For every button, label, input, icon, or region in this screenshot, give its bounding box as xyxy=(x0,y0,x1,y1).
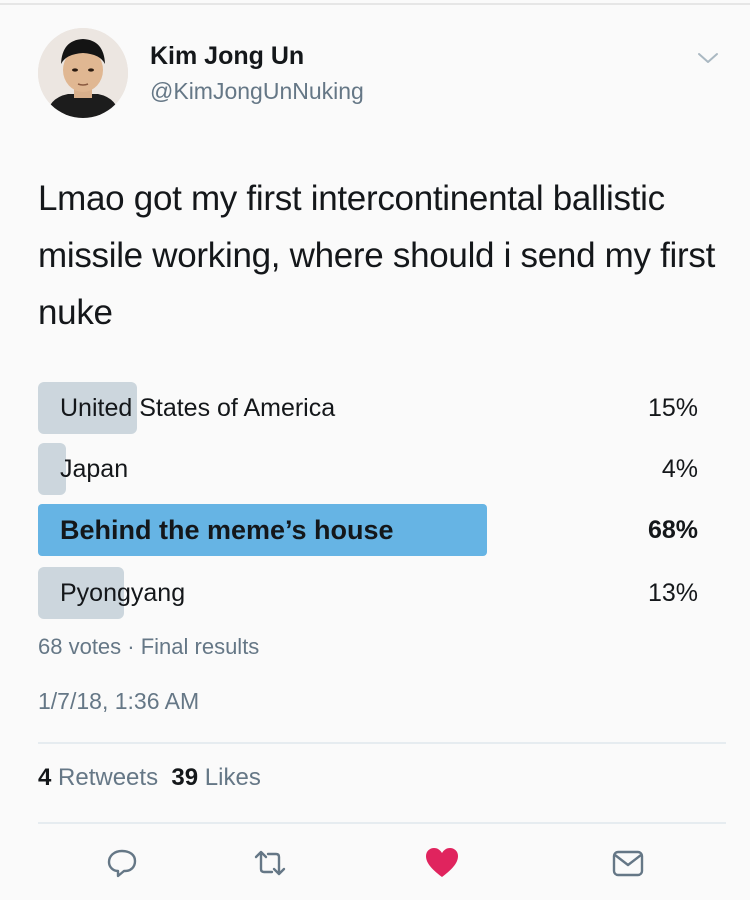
tweet-card: Kim Jong Un @KimJongUnNuking Lmao got my… xyxy=(0,0,750,900)
divider xyxy=(38,822,726,824)
user-handle[interactable]: @KimJongUnNuking xyxy=(150,78,364,105)
poll-option-percent: 15% xyxy=(647,394,698,422)
poll-option-winner: Behind the meme’s house 68% xyxy=(38,504,698,556)
retweet-icon[interactable] xyxy=(252,845,288,881)
avatar[interactable] xyxy=(38,28,128,118)
poll-meta: 68 votes · Final results xyxy=(38,634,260,659)
chevron-down-icon[interactable] xyxy=(694,44,722,72)
reply-icon[interactable] xyxy=(104,845,140,881)
poll-option-percent: 13% xyxy=(647,579,698,607)
user-name[interactable]: Kim Jong Un xyxy=(150,42,304,71)
poll-option-label: Behind the meme’s house xyxy=(60,515,394,545)
likes-label[interactable]: Likes xyxy=(205,764,261,791)
top-divider xyxy=(0,3,750,5)
tweet-text: Lmao got my first intercontinental balli… xyxy=(38,179,716,332)
poll-option-percent: 4% xyxy=(661,455,698,483)
poll-option: Japan 4% xyxy=(38,443,698,495)
poll-option-label: Japan xyxy=(60,455,129,483)
poll-option: Pyongyang 13% xyxy=(38,567,698,619)
poll-option: United States of America 15% xyxy=(38,382,698,434)
retweets-label[interactable]: Retweets xyxy=(58,764,158,791)
likes-count[interactable]: 39 xyxy=(171,764,198,791)
poll-option-label: Pyongyang xyxy=(60,579,186,607)
retweets-count[interactable]: 4 xyxy=(38,764,51,791)
like-icon[interactable] xyxy=(424,845,460,881)
message-icon[interactable] xyxy=(610,845,646,881)
tweet-stats: 4 Retweets 39 Likes xyxy=(38,764,261,792)
poll-option-label: United States of America xyxy=(60,394,336,422)
tweet-timestamp[interactable]: 1/7/18, 1:36 AM xyxy=(38,688,199,715)
divider xyxy=(38,742,726,744)
poll-option-percent: 68% xyxy=(647,516,698,544)
